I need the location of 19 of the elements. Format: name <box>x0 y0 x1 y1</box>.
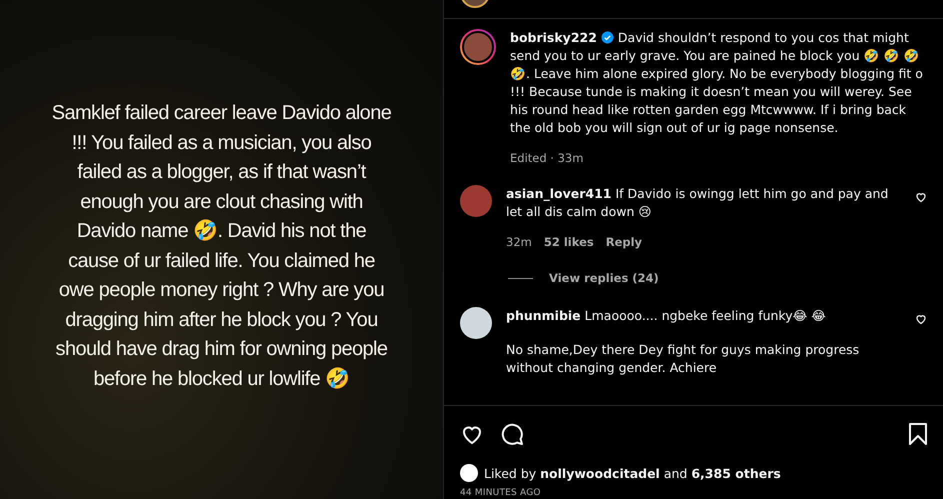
comment-text: asian_lover411 If Davido is owingg lett him go and pay and let all dis calm down 😢 <box>506 185 890 221</box>
heart-icon[interactable] <box>915 313 927 325</box>
likes-count[interactable]: 52 likes <box>544 233 594 251</box>
comment-icon[interactable] <box>500 422 524 446</box>
avatar[interactable] <box>460 29 496 65</box>
avatar[interactable] <box>460 464 478 482</box>
comment-time: Edited · 33m <box>510 150 584 167</box>
post-timestamp: 44 MINUTES AGO <box>460 488 542 498</box>
likes-text: Liked by nollywoodcitadel and 6,385 others <box>484 466 781 480</box>
bookmark-icon[interactable] <box>907 422 929 446</box>
comment-text: phunmibie Lmaoooo.... ngbeke feeling funky😂 😂 <box>506 307 827 325</box>
story-text: Samklef failed career leave Davido alone !!! You failed as a musician, you also failed as a blogger, as if that wasn’t enough you are clout chasing with Davido name 🤣. David his not the cause of ur failed life. You claimed he owe people money right ? Why are you dragging him after he block you ? You should have drag him for owning people before he blocked ur lowlife 🤣 <box>52 101 392 392</box>
comment-text: No shame,Dey there Dey fight for guys making progress without changing gender. Achiere <box>506 341 860 377</box>
reply-link[interactable]: Reply <box>606 233 642 251</box>
caption-text: bobrisky222 David shouldn’t respond to you cos that might send you to ur early grave. You are pained he block you 🤣 🤣 🤣 🤣. Leave him alone expired glory. No be everybody blogging fit o !!! Because tunde is making it doesn’t mean you will werey. See his round head like rotten garden egg Mtcwwww. If i bring back the old bob you will sign out of ur ig page nonsense. <box>510 29 924 137</box>
comment-time: 32m <box>506 234 532 251</box>
avatar[interactable] <box>460 307 492 339</box>
view-replies-link[interactable]: View replies (24) <box>549 269 659 287</box>
heart-icon[interactable] <box>915 191 927 203</box>
